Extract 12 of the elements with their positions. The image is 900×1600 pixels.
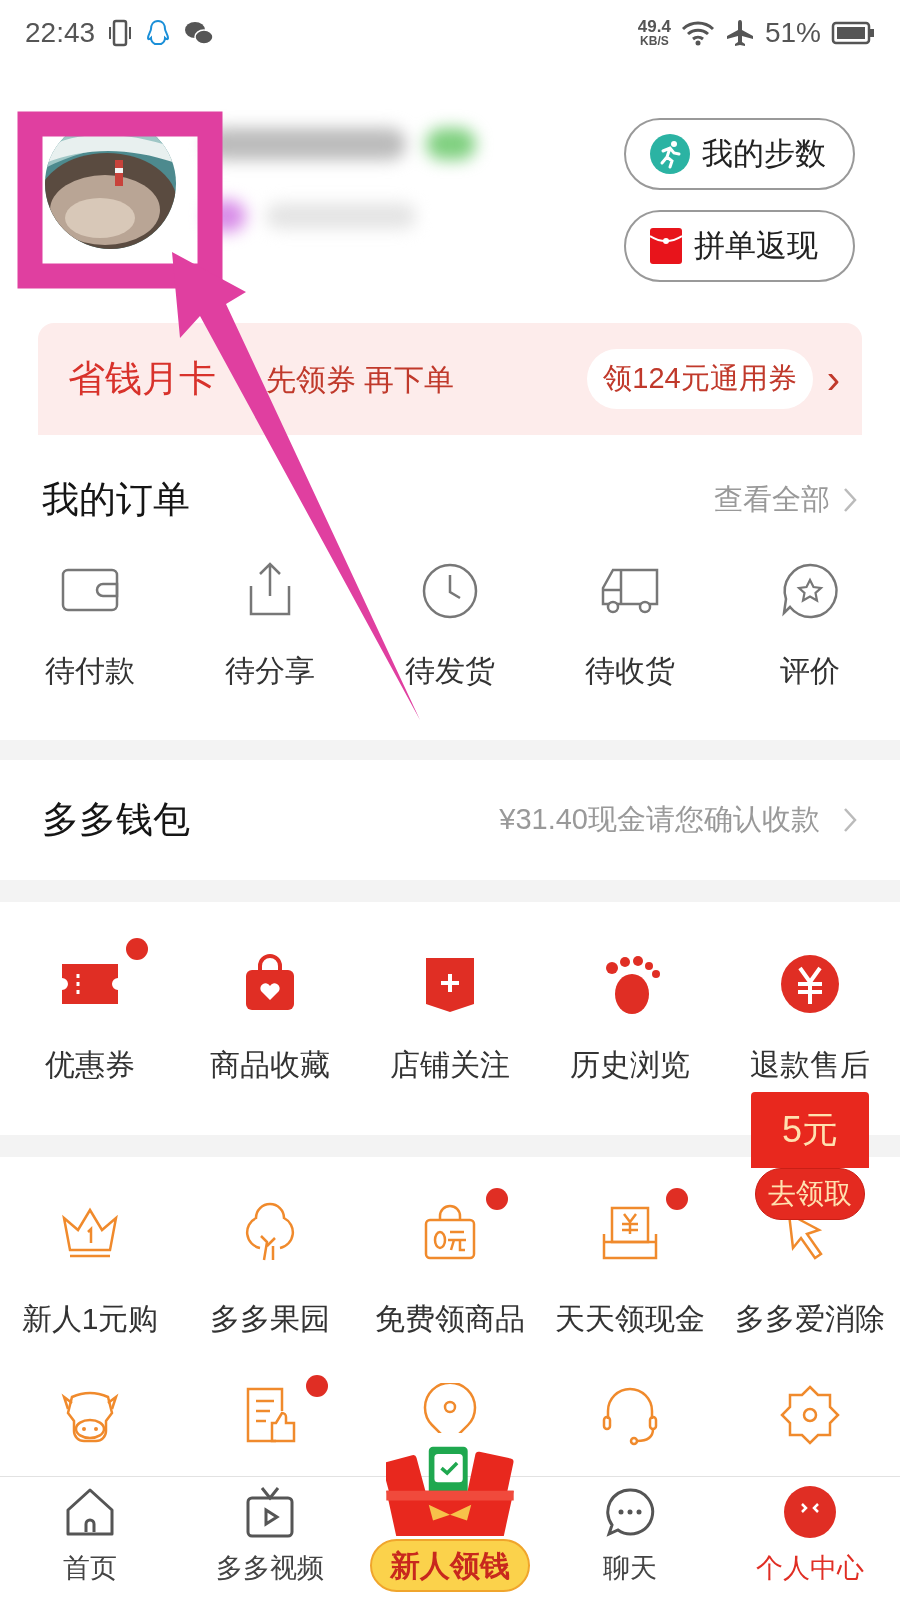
section-title: 我的订单 [42, 478, 190, 523]
chevron-text: › [826, 359, 840, 399]
battery-level: 51% [764, 15, 821, 50]
coupon-offer: 领124元通用券 [587, 349, 813, 409]
section-title: 多多钱包 [42, 798, 190, 843]
clock-time: 22:43 [25, 15, 96, 50]
promo-subtitle: 先领券 再下单 [266, 361, 455, 398]
network-speed: 49.4 [637, 18, 671, 35]
network-unit: KB/S [640, 35, 669, 47]
coupon-amount: 5元 [782, 1112, 838, 1148]
wallet-info: ¥31.40现金请您确认收款 [499, 802, 820, 838]
promo-title: 省钱月卡 [68, 357, 216, 402]
